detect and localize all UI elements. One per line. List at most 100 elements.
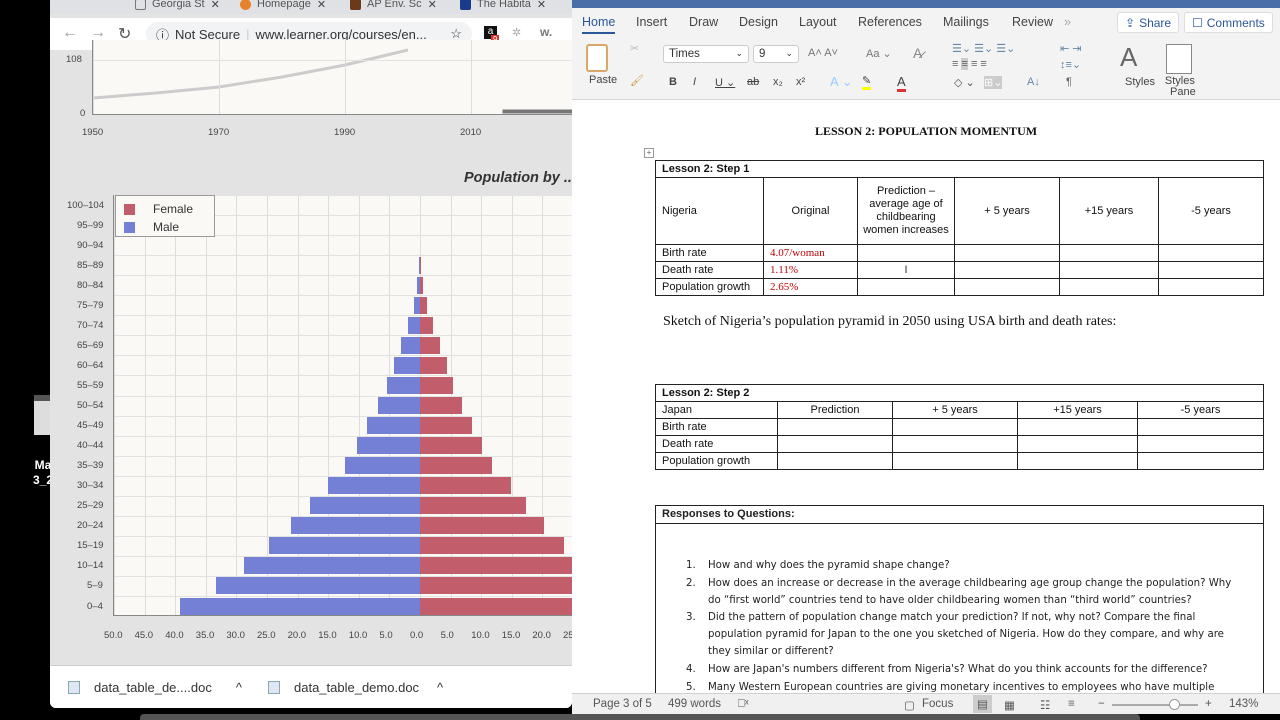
legend-item-female[interactable]: Female <box>124 202 193 216</box>
extension-w-icon[interactable]: w. <box>540 25 552 39</box>
bold-icon[interactable]: B <box>669 76 677 88</box>
table-cell[interactable] <box>777 435 893 453</box>
tab-mailings[interactable]: Mailings <box>943 15 989 29</box>
font-color-icon[interactable]: A <box>897 74 906 92</box>
column-header[interactable]: +15 years <box>1059 177 1159 245</box>
table-cell[interactable] <box>892 418 1018 436</box>
column-header[interactable]: Nigeria <box>655 177 764 245</box>
line-spacing-icon[interactable]: ↕≡⌄ <box>1060 58 1081 71</box>
table-cell[interactable] <box>1059 278 1159 296</box>
table-cell[interactable] <box>892 452 1018 470</box>
back-icon[interactable]: ← <box>62 24 78 42</box>
superscript-icon[interactable]: x² <box>796 76 805 88</box>
table-cell[interactable] <box>1137 452 1264 470</box>
shading-icon[interactable]: ◇ ⌄ <box>954 76 975 89</box>
close-icon[interactable]: ✕ <box>211 0 220 11</box>
cut-icon[interactable]: ✂ <box>630 42 639 55</box>
tab-layout[interactable]: Layout <box>799 15 837 29</box>
question-item[interactable]: 1. How and why does the pyramid shape cha… <box>686 557 1246 574</box>
tab-insert[interactable]: Insert <box>636 15 667 29</box>
table-cell[interactable] <box>857 278 955 296</box>
browser-tab[interactable]: Georgia St ✕ <box>135 0 220 12</box>
table-cell[interactable] <box>954 261 1060 279</box>
draft-icon[interactable]: ≡ <box>1068 698 1075 710</box>
cell-value[interactable]: 4.07/woman <box>763 244 858 262</box>
table-cell[interactable] <box>954 278 1060 296</box>
question-item[interactable]: 3. Did the pattern of population change m… <box>686 609 1246 660</box>
tab-references[interactable]: References <box>858 15 922 29</box>
tab-design[interactable]: Design <box>739 15 778 29</box>
cell-value[interactable]: 1.11% <box>763 261 858 279</box>
table-move-handle-icon[interactable]: + <box>644 148 654 158</box>
browser-tab[interactable]: Homepage ✕ <box>240 0 326 12</box>
italic-icon[interactable]: I <box>693 76 696 88</box>
web-layout-icon[interactable]: ▦ <box>1004 698 1015 712</box>
column-header[interactable]: Japan <box>655 401 778 419</box>
font-name-select[interactable]: Times ⌄ <box>663 45 749 63</box>
table-cell[interactable] <box>857 244 955 262</box>
table-cell[interactable] <box>1158 244 1264 262</box>
table-cell[interactable] <box>1137 435 1264 453</box>
comments-button[interactable]: ☐ Comments <box>1184 12 1273 33</box>
styles-pane-label[interactable]: Styles Pane <box>1164 76 1196 98</box>
text-effects-icon[interactable]: A ⌄ <box>830 74 852 90</box>
clear-formatting-icon[interactable]: A̷ <box>913 45 922 61</box>
column-header[interactable]: +15 years <box>1017 401 1138 419</box>
document-page[interactable]: LESSON 2: POPULATION MOMENTUM + Lesson 2… <box>572 100 1280 705</box>
row-label[interactable]: Death rate <box>655 261 764 279</box>
table-cell[interactable] <box>954 244 1060 262</box>
format-painter-icon[interactable]: 🖌 <box>630 74 644 87</box>
table-cell[interactable] <box>1158 261 1264 279</box>
zoom-slider-thumb[interactable] <box>1168 699 1180 710</box>
tab-draw[interactable]: Draw <box>689 15 718 29</box>
table-cell[interactable] <box>1158 278 1264 296</box>
zoom-in-icon[interactable]: + <box>1205 698 1212 710</box>
focus-button[interactable]: Focus <box>922 698 953 710</box>
page-count[interactable]: Page 3 of 5 <box>593 698 652 710</box>
table-cell[interactable]: I <box>857 261 955 279</box>
download-item[interactable]: data_table_demo.doc ^ <box>268 680 443 695</box>
question-item[interactable]: 2. How does an increase or decrease in th… <box>686 575 1246 609</box>
row-label[interactable]: Birth rate <box>655 418 778 436</box>
column-header[interactable]: Prediction <box>777 401 893 419</box>
row-label[interactable]: Population growth <box>655 452 778 470</box>
indent-icon[interactable]: ⇤ ⇥ <box>1060 42 1082 55</box>
zoom-level[interactable]: 143% <box>1229 698 1258 710</box>
row-label[interactable]: Population growth <box>655 278 764 296</box>
cell-value[interactable]: 2.65% <box>763 278 858 296</box>
row-label[interactable]: Death rate <box>655 435 778 453</box>
zoom-out-icon[interactable]: − <box>1098 698 1105 710</box>
strikethrough-icon[interactable]: ab <box>747 76 759 88</box>
column-header[interactable]: + 5 years <box>892 401 1018 419</box>
close-icon[interactable]: ✕ <box>537 0 546 11</box>
proofing-icon[interactable]: ⎕ˣ <box>738 698 749 711</box>
download-item[interactable]: data_table_de....doc ^ <box>68 680 242 695</box>
column-header[interactable]: + 5 years <box>954 177 1060 245</box>
sort-icon[interactable]: A↓ <box>1027 76 1040 88</box>
close-icon[interactable]: ✕ <box>428 0 437 11</box>
table-cell[interactable] <box>1017 435 1138 453</box>
styles-pane-icon[interactable] <box>1166 44 1192 74</box>
more-tabs-icon[interactable]: » <box>1064 15 1071 29</box>
table-cell[interactable] <box>1059 261 1159 279</box>
table-cell[interactable] <box>1017 452 1138 470</box>
close-icon[interactable]: ✕ <box>317 0 326 11</box>
browser-tab[interactable]: The Habita ✕ <box>460 0 546 12</box>
paste-icon[interactable] <box>586 44 608 72</box>
desktop-file-icon[interactable] <box>34 395 50 435</box>
styles-label[interactable]: Styles <box>1125 76 1155 88</box>
browser-tab[interactable]: AP Env. Sc ✕ <box>350 0 437 12</box>
column-header[interactable]: Prediction – average age of childbearing… <box>857 177 955 245</box>
borders-icon[interactable]: ⊞⌄ <box>984 76 1003 89</box>
change-case-icon[interactable]: Aa ⌄ <box>866 47 892 60</box>
grow-font-icon[interactable]: A˄ A˅ <box>808 47 838 59</box>
table-cell[interactable] <box>1137 418 1264 436</box>
align-icons[interactable]: ≡ ≡ ≡ ≡ <box>952 58 987 70</box>
styles-icon[interactable]: A <box>1120 42 1137 73</box>
word-count[interactable]: 499 words <box>668 698 721 710</box>
tab-review[interactable]: Review <box>1012 15 1053 29</box>
highlight-icon[interactable]: ✎ <box>862 74 872 90</box>
focus-icon[interactable]: ▢ <box>904 698 915 712</box>
outline-icon[interactable]: ☷ <box>1040 698 1050 712</box>
chevron-up-icon[interactable]: ^ <box>437 680 443 695</box>
